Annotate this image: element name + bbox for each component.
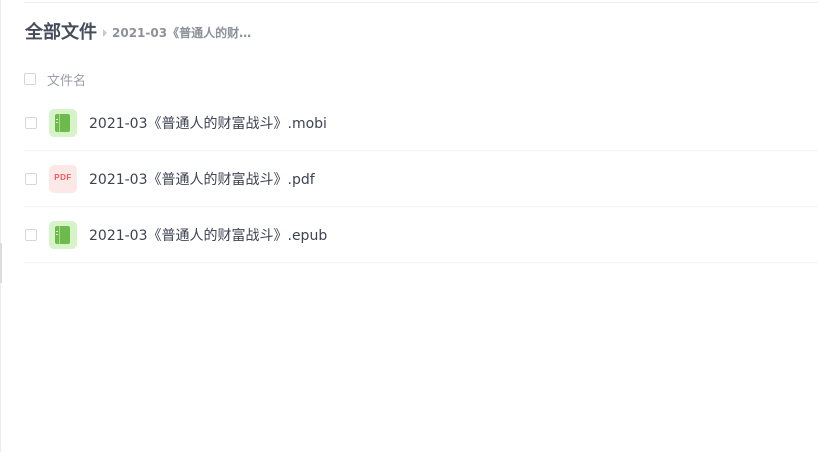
- pdf-icon-label: PDF: [54, 172, 72, 182]
- breadcrumb-all-files[interactable]: 全部文件: [25, 20, 97, 46]
- select-all-checkbox[interactable]: [24, 73, 36, 85]
- ebook-icon: [49, 220, 77, 249]
- pdf-icon: PDF: [49, 164, 77, 193]
- file-checkbox[interactable]: [25, 116, 37, 129]
- ebook-icon: [49, 108, 77, 137]
- file-checkbox[interactable]: [25, 228, 37, 241]
- file-row[interactable]: 2021-03《普通人的财富战斗》.mobi: [24, 95, 818, 151]
- file-checkbox[interactable]: [25, 172, 37, 185]
- file-row[interactable]: 2021-03《普通人的财富战斗》.epub: [24, 207, 818, 263]
- panel-resize-handle[interactable]: [0, 243, 2, 283]
- breadcrumb-current-folder[interactable]: 2021-03《普通人的财…: [112, 20, 251, 46]
- top-divider: [24, 2, 818, 3]
- file-name[interactable]: 2021-03《普通人的财富战斗》.mobi: [89, 113, 327, 133]
- breadcrumb-separator-icon: [103, 29, 107, 37]
- file-row[interactable]: PDF 2021-03《普通人的财富战斗》.pdf: [24, 151, 818, 207]
- column-header-filename[interactable]: 文件名: [47, 70, 86, 89]
- breadcrumb: 全部文件 2021-03《普通人的财…: [25, 20, 251, 46]
- file-name[interactable]: 2021-03《普通人的财富战斗》.pdf: [89, 169, 315, 189]
- file-name[interactable]: 2021-03《普通人的财富战斗》.epub: [89, 225, 327, 245]
- panel-left-border: [0, 0, 1, 452]
- file-list-header: 文件名: [24, 68, 86, 90]
